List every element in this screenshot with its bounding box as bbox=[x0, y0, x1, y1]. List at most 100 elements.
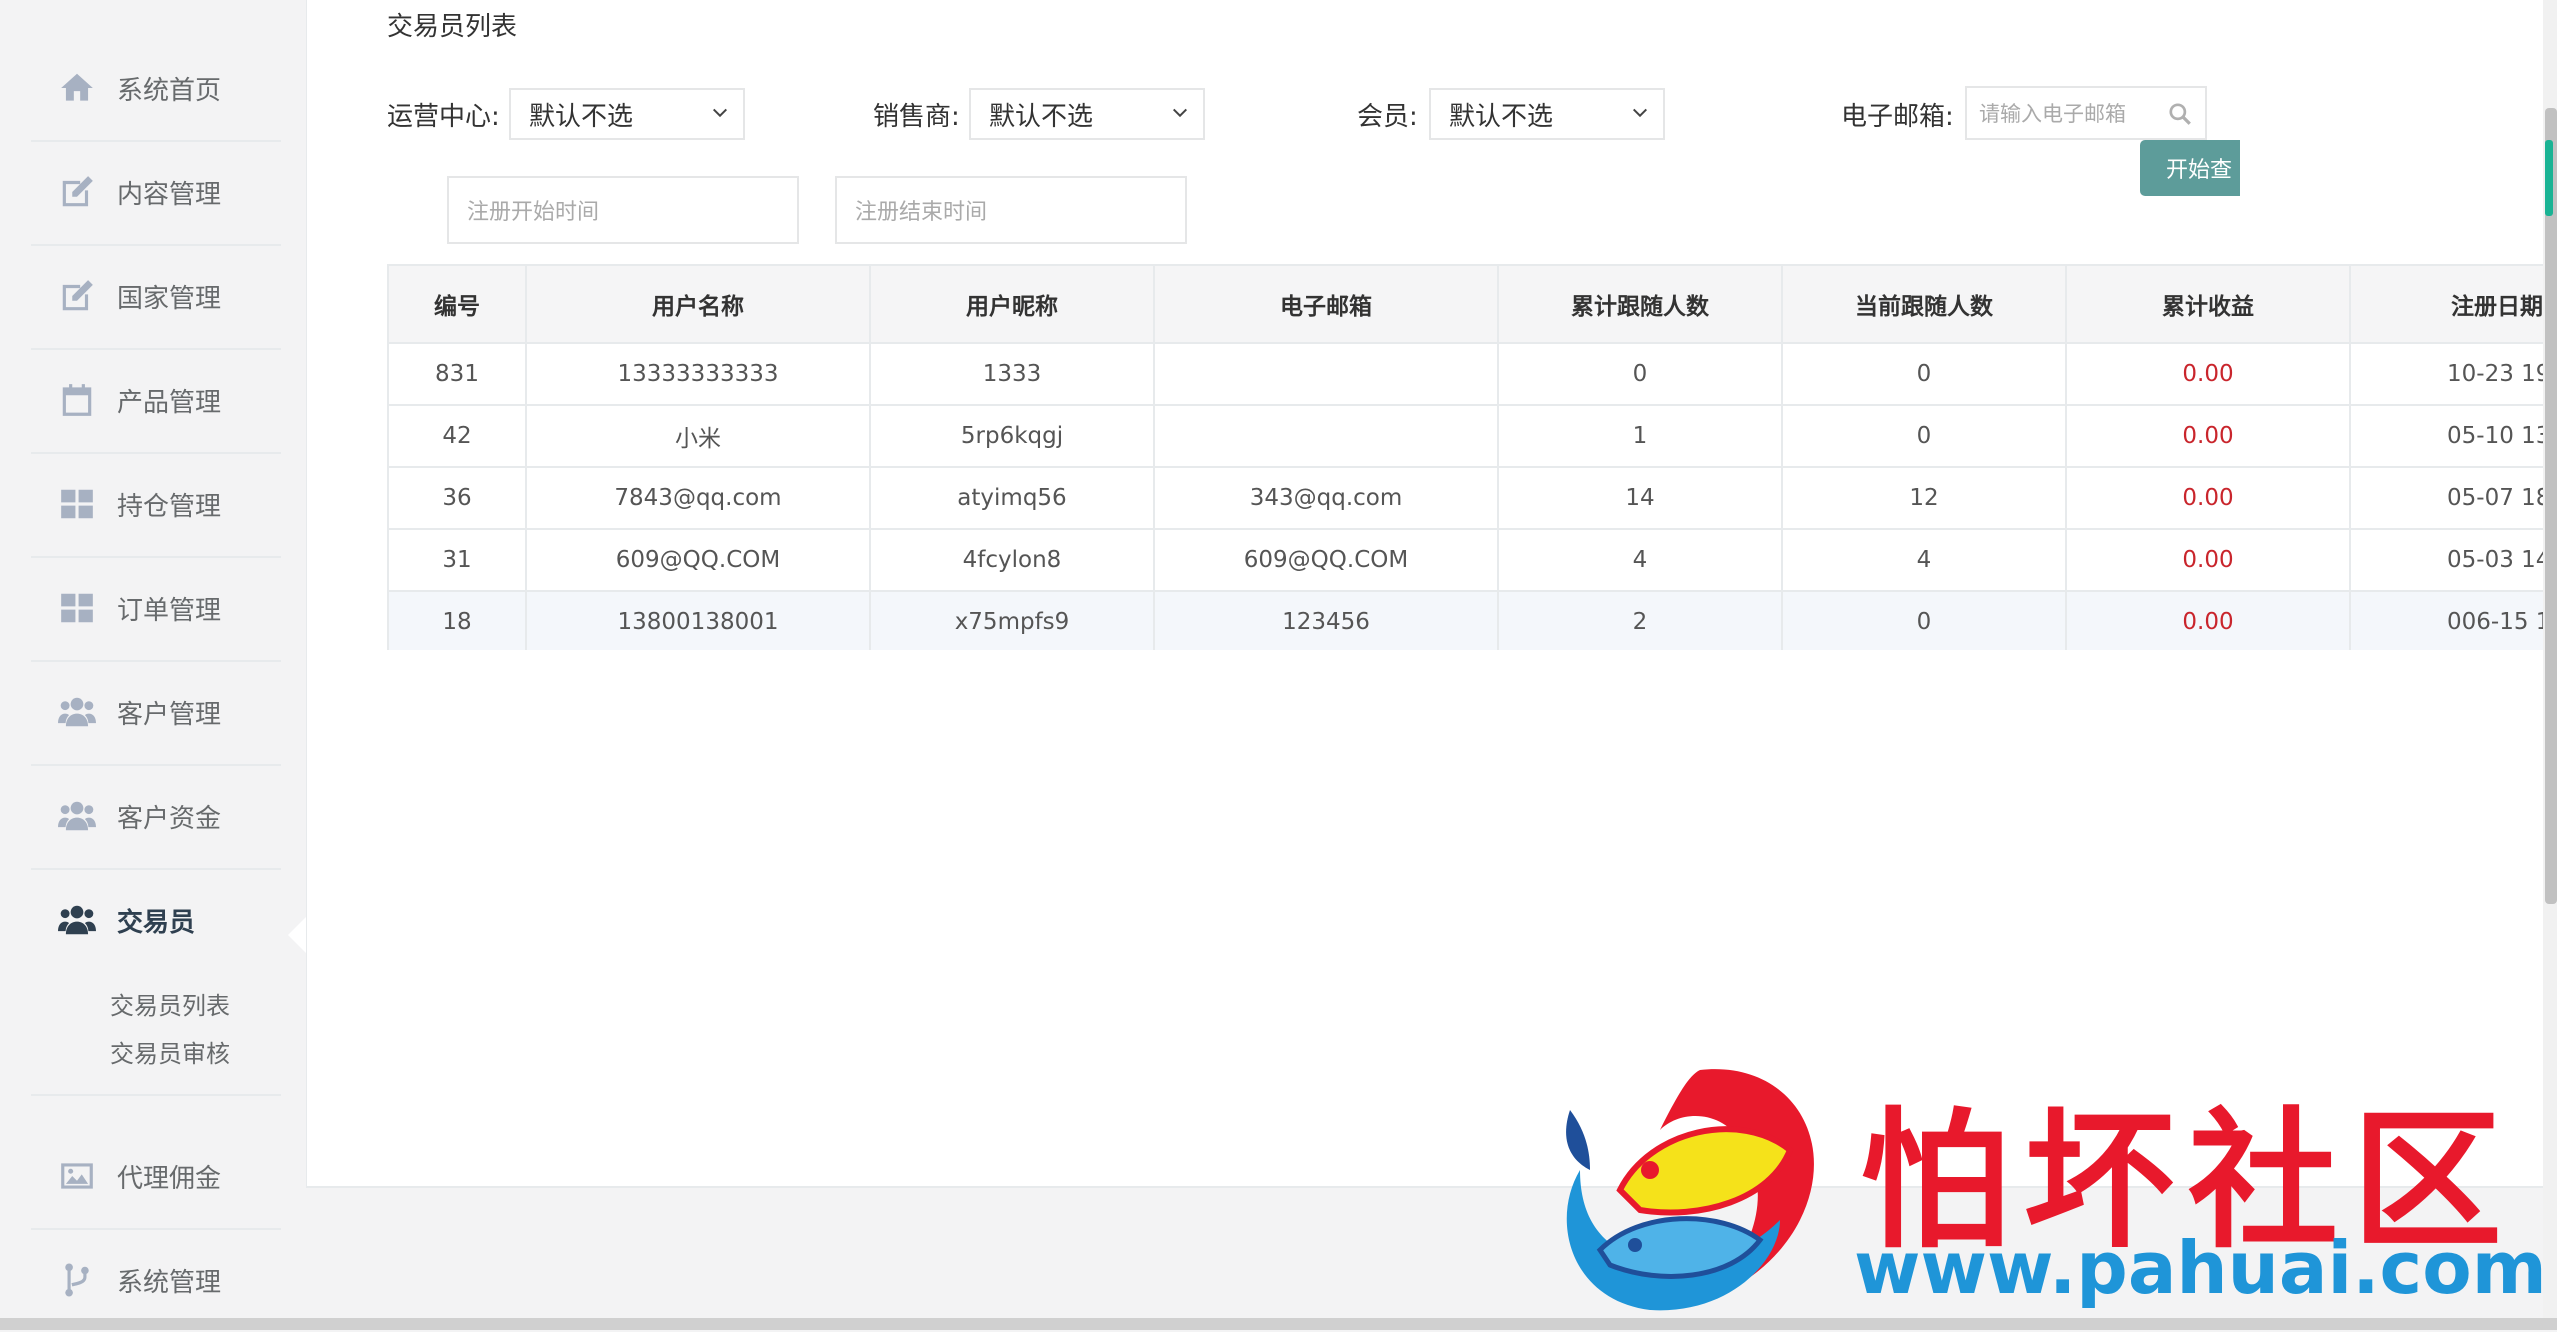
cell-total-followers: 0 bbox=[1497, 342, 1783, 406]
sidebar-item-label: 系统首页 bbox=[117, 75, 222, 106]
sidebar-item-home[interactable]: 系统首页 bbox=[31, 36, 281, 142]
sidebar: 系统首页 内容管理 国家管理 产品管理 持仓管理 订单管理 客户管理 客户资金 … bbox=[0, 0, 306, 1330]
col-header-email[interactable]: 电子邮箱 bbox=[1153, 264, 1499, 344]
sidebar-item-agent-commission[interactable]: 代理佣金 bbox=[31, 1124, 281, 1230]
cell-id: 31 bbox=[387, 528, 527, 592]
cell-reg-date: 05-10 13: bbox=[2349, 404, 2547, 468]
table-row[interactable]: 31 609@QQ.COM 4fcylon8 609@QQ.COM 4 4 0.… bbox=[387, 528, 2547, 592]
select-value: 默认不选 bbox=[989, 101, 1094, 132]
member-select[interactable]: 默认不选 bbox=[1429, 88, 1665, 140]
cell-current-followers: 0 bbox=[1781, 404, 2067, 468]
col-header-total-followers[interactable]: 累计跟随人数 bbox=[1497, 264, 1783, 344]
fish-logo-icon bbox=[1566, 1069, 1814, 1311]
register-start-input[interactable]: 注册开始时间 bbox=[447, 176, 799, 244]
edit-icon bbox=[57, 172, 97, 212]
search-icon[interactable] bbox=[2167, 101, 2193, 127]
email-placeholder: 请输入电子邮箱 bbox=[1979, 102, 2126, 126]
grid-icon bbox=[57, 484, 97, 524]
sidebar-subitem-trader-review[interactable]: 交易员审核 bbox=[110, 1034, 230, 1069]
table-row[interactable]: 831 13333333333 1333 0 0 0.00 10-23 19: bbox=[387, 342, 2547, 406]
home-icon bbox=[57, 68, 97, 108]
scrollbar-thumb[interactable] bbox=[2545, 108, 2557, 904]
ops-center-select[interactable]: 默认不选 bbox=[509, 88, 745, 140]
cell-id: 831 bbox=[387, 342, 527, 406]
sidebar-item-trader[interactable]: 交易员 bbox=[31, 868, 281, 972]
table-header-row: 编号 用户名称 用户昵称 电子邮箱 累计跟随人数 当前跟随人数 累计收益 注册日… bbox=[387, 264, 2547, 344]
sidebar-item-order[interactable]: 订单管理 bbox=[31, 556, 281, 662]
cell-id: 42 bbox=[387, 404, 527, 468]
col-header-earnings[interactable]: 累计收益 bbox=[2065, 264, 2351, 344]
sidebar-item-label: 代理佣金 bbox=[117, 1163, 222, 1194]
cell-earnings: 0.00 bbox=[2065, 342, 2351, 406]
sidebar-item-label: 持仓管理 bbox=[117, 491, 222, 522]
table-row[interactable]: 42 小米 5rp6kqgj 1 0 0.00 05-10 13: bbox=[387, 404, 2547, 468]
cell-nickname: x75mpfs9 bbox=[869, 590, 1155, 650]
cell-reg-date: 006-15 14: bbox=[2349, 590, 2547, 650]
col-header-username[interactable]: 用户名称 bbox=[525, 264, 871, 344]
sidebar-item-position[interactable]: 持仓管理 bbox=[31, 452, 281, 558]
sidebar-item-content[interactable]: 内容管理 bbox=[31, 140, 281, 246]
sidebar-subitem-trader-list[interactable]: 交易员列表 bbox=[110, 986, 230, 1021]
cell-current-followers: 4 bbox=[1781, 528, 2067, 592]
chevron-down-icon bbox=[712, 108, 728, 118]
ops-center-label: 运营中心: bbox=[387, 102, 500, 132]
dealer-label: 销售商: bbox=[873, 102, 960, 132]
sidebar-item-label: 交易员 bbox=[117, 907, 196, 938]
cell-email bbox=[1153, 342, 1499, 406]
end-placeholder: 注册结束时间 bbox=[855, 200, 988, 225]
main-panel: 交易员列表 运营中心: 默认不选 销售商: 默认不选 会员: 默认不选 电子邮箱… bbox=[306, 0, 2547, 1188]
sidebar-item-system[interactable]: 系统管理 bbox=[31, 1228, 281, 1332]
select-value: 默认不选 bbox=[1449, 101, 1554, 132]
divider bbox=[31, 1094, 281, 1096]
sidebar-item-label: 客户资金 bbox=[117, 803, 222, 834]
chevron-down-icon bbox=[1172, 108, 1188, 118]
sidebar-item-customer[interactable]: 客户管理 bbox=[31, 660, 281, 766]
start-query-button[interactable]: 开始查 bbox=[2140, 140, 2240, 196]
cell-current-followers: 0 bbox=[1781, 342, 2067, 406]
users-icon bbox=[57, 900, 97, 940]
cell-email bbox=[1153, 404, 1499, 468]
grid-icon bbox=[57, 588, 97, 628]
table-row[interactable]: 36 7843@qq.com atyimq56 343@qq.com 14 12… bbox=[387, 466, 2547, 530]
branch-icon bbox=[57, 1260, 97, 1300]
sidebar-item-product[interactable]: 产品管理 bbox=[31, 348, 281, 454]
email-label: 电子邮箱: bbox=[1841, 102, 1954, 132]
table-row[interactable]: 18 13800138001 x75mpfs9 123456 2 0 0.00 … bbox=[387, 590, 2547, 650]
cell-reg-date: 05-07 18: bbox=[2349, 466, 2547, 530]
col-header-current-followers[interactable]: 当前跟随人数 bbox=[1781, 264, 2067, 344]
sidebar-item-label: 产品管理 bbox=[117, 387, 222, 418]
col-header-id[interactable]: 编号 bbox=[387, 264, 527, 344]
select-value: 默认不选 bbox=[529, 101, 634, 132]
cell-nickname: 4fcylon8 bbox=[869, 528, 1155, 592]
users-icon bbox=[57, 796, 97, 836]
col-header-reg-date[interactable]: 注册日期 bbox=[2349, 264, 2547, 344]
scroll-indicator bbox=[2545, 140, 2553, 216]
sidebar-item-label: 订单管理 bbox=[117, 595, 222, 626]
start-placeholder: 注册开始时间 bbox=[467, 200, 600, 225]
cell-earnings: 0.00 bbox=[2065, 466, 2351, 530]
cell-nickname: atyimq56 bbox=[869, 466, 1155, 530]
cell-username: 小米 bbox=[525, 404, 871, 468]
member-label: 会员: bbox=[1357, 102, 1418, 132]
cell-username: 609@QQ.COM bbox=[525, 528, 871, 592]
cell-nickname: 1333 bbox=[869, 342, 1155, 406]
cell-total-followers: 2 bbox=[1497, 590, 1783, 650]
email-search-input[interactable]: 请输入电子邮箱 bbox=[1965, 86, 2207, 140]
dealer-select[interactable]: 默认不选 bbox=[969, 88, 1205, 140]
cell-reg-date: 10-23 19: bbox=[2349, 342, 2547, 406]
sidebar-item-country[interactable]: 国家管理 bbox=[31, 244, 281, 350]
register-end-input[interactable]: 注册结束时间 bbox=[835, 176, 1187, 244]
sidebar-item-customer-funds[interactable]: 客户资金 bbox=[31, 764, 281, 870]
col-header-nickname[interactable]: 用户昵称 bbox=[869, 264, 1155, 344]
cell-email: 609@QQ.COM bbox=[1153, 528, 1499, 592]
page-title: 交易员列表 bbox=[387, 12, 518, 42]
cell-id: 36 bbox=[387, 466, 527, 530]
cell-current-followers: 12 bbox=[1781, 466, 2067, 530]
cell-email: 123456 bbox=[1153, 590, 1499, 650]
cell-id: 18 bbox=[387, 590, 527, 650]
horizontal-scrollbar[interactable] bbox=[0, 1318, 2557, 1330]
cell-earnings: 0.00 bbox=[2065, 404, 2351, 468]
watermark: 怕坏社区 www.pahuai.com bbox=[1540, 1040, 2547, 1320]
sidebar-item-label: 客户管理 bbox=[117, 699, 222, 730]
edit-icon bbox=[57, 276, 97, 316]
